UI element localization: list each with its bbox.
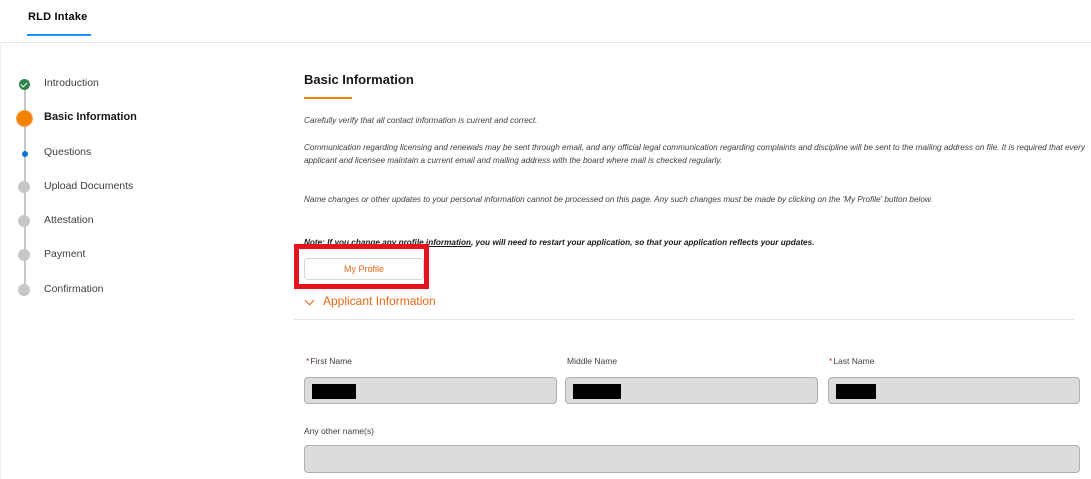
redacted-value [573,384,621,399]
section-divider [294,319,1074,320]
pending-step-icon [18,181,30,193]
current-step-icon [17,111,32,126]
next-step-icon [22,151,28,157]
step-label: Introduction [44,77,99,89]
other-names-label: Any other name(s) [304,426,374,436]
step-questions[interactable]: Questions [0,141,260,165]
first-name-field[interactable] [304,377,557,404]
instruction-verify: Carefully verify that all contact inform… [304,116,538,125]
step-introduction[interactable]: Introduction [0,72,260,96]
step-upload-documents[interactable]: Upload Documents [0,175,260,199]
required-marker: * [829,356,833,366]
progress-stepper: Introduction Basic Information Questions… [0,60,260,320]
pending-step-icon [18,215,30,227]
middle-name-field[interactable] [565,377,818,404]
step-confirmation[interactable]: Confirmation [0,278,260,302]
middle-name-label: Middle Name [567,356,618,366]
step-payment[interactable]: Payment [0,243,260,267]
other-names-field[interactable] [304,445,1080,473]
pending-step-icon [18,249,30,261]
step-label: Attestation [44,214,94,226]
tab-rld-intake[interactable]: RLD Intake [28,11,87,23]
instruction-name-changes: Name changes or other updates to your pe… [304,195,933,204]
redacted-value [312,384,356,399]
redacted-value [836,384,876,399]
page-title: Basic Information [304,72,414,87]
instruction-communication: Communication regarding licensing and re… [304,143,1085,165]
step-label: Basic Information [44,111,137,123]
step-attestation[interactable]: Attestation [0,209,260,233]
required-marker: * [306,356,310,366]
accordion-label: Applicant Information [323,294,436,308]
last-name-field[interactable] [828,377,1080,404]
check-icon [19,79,30,90]
chevron-down-icon [304,295,315,306]
my-profile-button[interactable]: My Profile [304,258,424,280]
header-tabs: RLD Intake [0,0,1091,43]
title-underline [304,97,352,99]
active-tab-indicator [27,34,91,36]
step-label: Questions [44,146,92,158]
step-label: Payment [44,248,86,260]
last-name-label-text: Last Name [833,356,875,366]
first-name-label-text: First Name [310,356,352,366]
step-label: Upload Documents [44,180,134,192]
first-name-label: *First Name [306,356,352,366]
step-label: Confirmation [44,283,104,295]
pending-step-icon [18,284,30,296]
last-name-label: *Last Name [829,356,874,366]
step-basic-information[interactable]: Basic Information [0,106,260,130]
note-rest: , you will need to restart your applicat… [470,238,815,247]
